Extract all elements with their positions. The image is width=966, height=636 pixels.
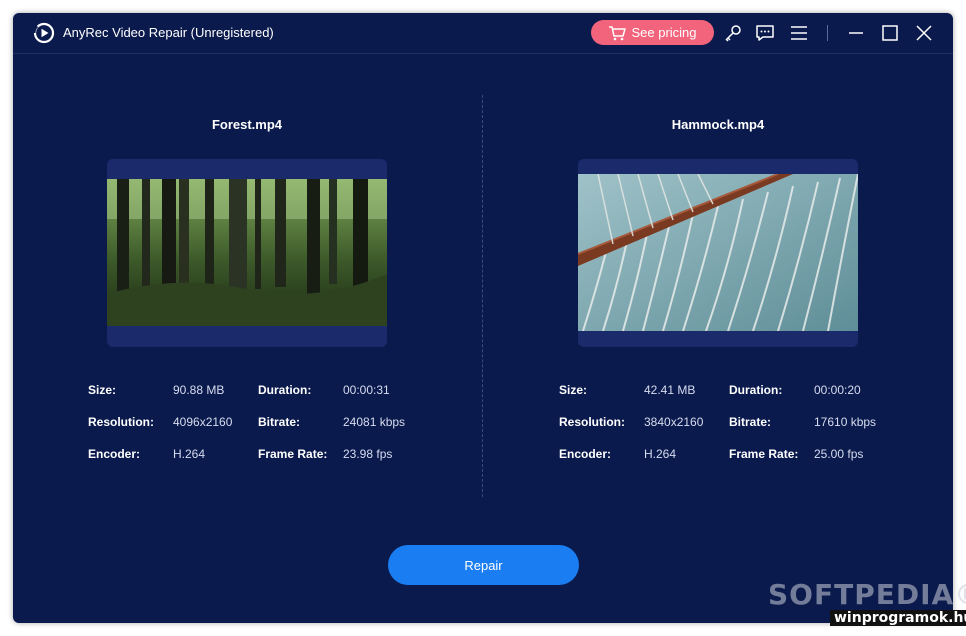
right-frame-rate-value: 25.00 fps	[814, 447, 864, 461]
app-window: AnyRec Video Repair (Unregistered) See p…	[13, 13, 953, 623]
right-encoder-value: H.264	[644, 447, 677, 461]
repair-button[interactable]: Repair	[388, 545, 579, 585]
right-resolution-label: Resolution:	[559, 415, 625, 429]
see-pricing-label: See pricing	[631, 25, 697, 40]
site-watermark: winprogramok.hu	[830, 610, 966, 626]
left-frame-rate-value: 23.98 fps	[343, 447, 393, 461]
left-resolution-label: Resolution:	[88, 415, 154, 429]
see-pricing-button[interactable]: See pricing	[591, 20, 714, 45]
right-encoder-label: Encoder:	[559, 447, 612, 461]
forest-thumbnail-image	[107, 179, 387, 326]
right-duration-label: Duration:	[729, 383, 783, 397]
hammock-thumbnail-image	[578, 174, 858, 331]
left-video-thumbnail	[107, 159, 387, 347]
left-size-label: Size:	[88, 383, 117, 397]
titlebar-separator	[827, 25, 828, 41]
right-resolution-value: 3840x2160	[644, 415, 704, 429]
app-title: AnyRec Video Repair (Unregistered)	[63, 25, 274, 40]
right-video-thumbnail	[578, 159, 858, 347]
left-resolution-value: 4096x2160	[173, 415, 233, 429]
left-duration-value: 00:00:31	[343, 383, 390, 397]
right-size-value: 42.41 MB	[644, 383, 696, 397]
right-duration-value: 00:00:20	[814, 383, 861, 397]
right-size-label: Size:	[559, 383, 588, 397]
left-bitrate-value: 24081 kbps	[343, 415, 406, 429]
left-size-value: 90.88 MB	[173, 383, 225, 397]
left-bitrate-label: Bitrate:	[258, 415, 301, 429]
close-icon[interactable]	[914, 23, 934, 43]
left-frame-rate-label: Frame Rate:	[258, 447, 328, 461]
menu-icon[interactable]	[789, 23, 809, 43]
left-duration-label: Duration:	[258, 383, 312, 397]
feedback-icon[interactable]	[755, 23, 775, 43]
right-frame-rate-label: Frame Rate:	[729, 447, 799, 461]
right-bitrate-label: Bitrate:	[729, 415, 772, 429]
softpedia-watermark: SOFTPEDIA®	[768, 578, 966, 611]
left-encoder-value: H.264	[173, 447, 206, 461]
play-circle-icon	[33, 22, 55, 44]
maximize-icon[interactable]	[880, 23, 900, 43]
column-divider	[482, 95, 483, 497]
title-bar: AnyRec Video Repair (Unregistered) See p…	[13, 13, 953, 54]
key-icon[interactable]	[723, 23, 743, 43]
cart-icon	[609, 25, 627, 40]
right-file-name: Hammock.mp4	[671, 117, 765, 132]
minimize-icon[interactable]	[846, 23, 866, 43]
left-encoder-label: Encoder:	[88, 447, 141, 461]
right-bitrate-value: 17610 kbps	[814, 415, 877, 429]
left-file-name: Forest.mp4	[211, 117, 283, 132]
